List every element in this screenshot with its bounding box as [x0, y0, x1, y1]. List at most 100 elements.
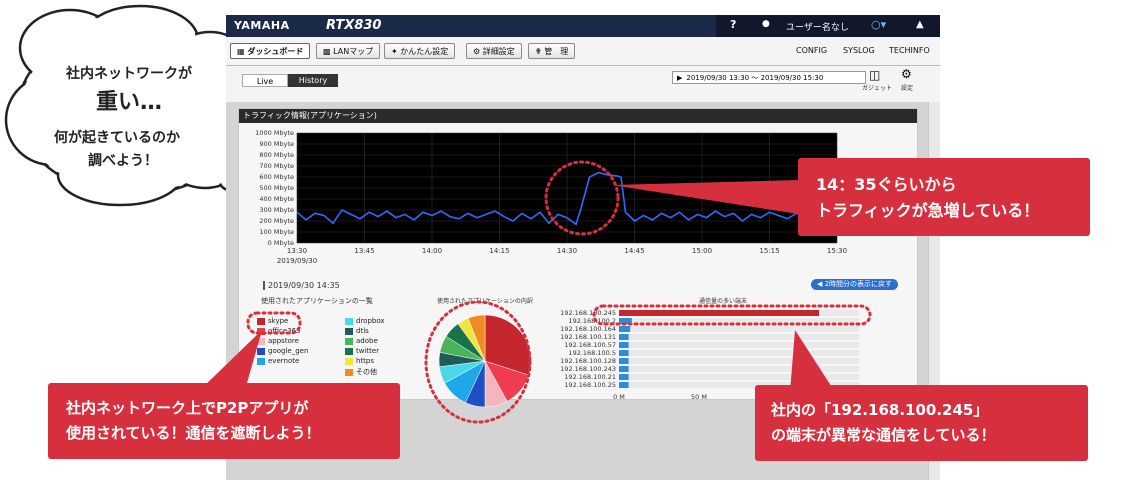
bubble-text-2: 重い…: [96, 90, 163, 115]
bell-icon[interactable]: ▲: [916, 19, 924, 30]
bar-category-label: 192.168.100.21: [564, 373, 616, 381]
y-tick-label: 200 Mbyte: [259, 217, 294, 225]
help-button[interactable]: ?: [730, 18, 736, 31]
y-tick-label: 1000 Mbyte: [255, 129, 294, 137]
traffic-panel: トラフィック情報(アプリケーション) 1000 Mbyte 900 Mbyte 80…: [238, 108, 918, 408]
bar-track: [619, 342, 859, 348]
selected-time: 2019/09/30 14:35: [263, 281, 340, 290]
legend-swatch: [257, 337, 265, 345]
legend-swatch: [345, 337, 353, 345]
range-selector[interactable]: ▶ 2019/09/30 13:30 〜 2019/09/30 15:30: [672, 71, 866, 84]
bubble-text-1: 社内ネットワークが: [66, 66, 192, 82]
tab-live[interactable]: Live: [242, 74, 288, 87]
tab-easy-setup[interactable]: ✦ かんたん設定: [384, 43, 456, 59]
y-tick-label: 100 Mbyte: [259, 228, 294, 236]
panel-title: トラフィック情報(アプリケーション): [239, 109, 917, 123]
x-tick-label: 13:45: [354, 247, 374, 255]
y-tick-label: 600 Mbyte: [259, 173, 294, 181]
bar-category-label: 192.168.100.245: [560, 309, 616, 317]
bubble-text-3: 何が起きているのか: [54, 130, 180, 146]
bar-track: [619, 366, 859, 372]
legend-item[interactable]: appstore: [257, 337, 299, 345]
legend-label: appstore: [268, 337, 299, 345]
tab-lan-map[interactable]: ▩ LANマップ: [316, 43, 381, 59]
link-config[interactable]: CONFIG: [796, 46, 827, 55]
legend-label: office365: [268, 327, 301, 335]
legend-item[interactable]: evernote: [257, 357, 299, 365]
y-tick-label: 500 Mbyte: [259, 184, 294, 192]
bar-category-label: 192.168.100.25: [564, 381, 616, 389]
legend-label: skype: [268, 317, 289, 325]
gadget-icon[interactable]: ◫: [869, 68, 880, 82]
callout-traffic-spike: 14：35ぐらいから トラフィックが急増している！: [798, 158, 1090, 236]
app-legend: skype office365 appstore google_gen evernote…: [257, 317, 417, 387]
bar-x-tick: 0 M: [613, 393, 625, 399]
back-to-2h-button[interactable]: ◀ 2時間分の表示に戻す: [811, 279, 899, 290]
user-name[interactable]: ユーザー名なし: [786, 20, 849, 33]
bar: [619, 318, 632, 324]
legend-item[interactable]: twitter: [345, 347, 379, 355]
gadget-label: ガジェット: [862, 85, 893, 92]
legend-label: その他: [356, 368, 377, 376]
tab-advanced-setup[interactable]: ⚙ 詳細設定: [466, 43, 522, 59]
legend-item[interactable]: skype: [257, 317, 288, 325]
x-tick-label: 14:30: [557, 247, 577, 255]
status-circle-icon[interactable]: ○▾: [871, 18, 886, 31]
legend-item[interactable]: google_gen: [257, 347, 308, 355]
bar: [619, 350, 629, 356]
bar-category-label: 192.168.100.57: [564, 341, 616, 349]
main-nav: ▦ ダッシュボード ▩ LANマップ ✦ かんたん設定 ⚙ 詳細設定 ✟ 管 理…: [226, 37, 940, 66]
tab-dashboard[interactable]: ▦ ダッシュボード: [230, 43, 311, 59]
x-sub-label: 2019/09/30: [277, 257, 317, 265]
legend-label: google_gen: [268, 347, 309, 355]
bar: [619, 366, 629, 372]
legend-label: twitter: [356, 347, 380, 355]
bar-category-label: 192.168.100.243: [560, 365, 616, 373]
legend-item[interactable]: dtls: [345, 327, 369, 335]
callout-p2p: 社内ネットワーク上でP2Pアプリが 使用されている！通信を遮断しよう！: [48, 383, 400, 459]
legend-swatch: [257, 347, 265, 355]
x-tick-label: 14:00: [422, 247, 442, 255]
legend-item[interactable]: office365: [257, 327, 301, 335]
bubble-text-4: 調べよう！: [88, 153, 158, 169]
bar-category-label: 192.168.100.164: [560, 325, 616, 333]
y-tick-label: 400 Mbyte: [259, 195, 294, 203]
tab-history[interactable]: History: [288, 74, 338, 87]
app-pie-chart: [438, 314, 532, 408]
tab-management[interactable]: ✟ 管 理: [528, 43, 576, 59]
legend-swatch: [257, 327, 265, 335]
legend-item[interactable]: https: [345, 357, 374, 365]
bar-track: [619, 326, 859, 332]
settings-gear-icon[interactable]: ⚙: [901, 67, 912, 81]
callout-abnormal-host: 社内の「192.168.100.245」 の端末が異常な通信をしている！: [755, 385, 1088, 461]
x-tick-label: 14:45: [624, 247, 644, 255]
model-name: RTX830: [326, 18, 382, 33]
gear-icon: ⚙: [473, 47, 483, 56]
lan-map-icon: ▩: [323, 47, 334, 56]
bar-track: [619, 374, 859, 380]
y-tick-label: 700 Mbyte: [259, 162, 294, 170]
link-techinfo[interactable]: TECHINFO: [889, 46, 930, 55]
y-tick-label: 0 Mbyte: [268, 239, 294, 247]
legend-item[interactable]: adobe: [345, 337, 378, 345]
y-tick-label: 800 Mbyte: [259, 151, 294, 159]
legend-swatch: [345, 317, 353, 325]
bar-x-tick: 50 M: [691, 393, 707, 399]
bar: [619, 326, 631, 332]
legend-item[interactable]: その他: [345, 367, 377, 377]
bar-track: [619, 334, 859, 340]
top-bar: YAMAHA RTX830 ? ● ユーザー名なし ○▾ ▲: [226, 15, 940, 37]
x-tick-label: 15:00: [692, 247, 712, 255]
legend-swatch: [345, 327, 353, 335]
bar-title: 通信量の多い端末: [699, 298, 748, 305]
legend-swatch: [345, 357, 353, 365]
bar-category-label: 192.168.100.5: [568, 349, 616, 357]
bar-category-label: 192.168.100.128: [560, 357, 616, 365]
link-syslog[interactable]: SYSLOG: [843, 46, 875, 55]
legend-swatch: [345, 368, 353, 376]
play-icon: ▶: [677, 74, 683, 82]
legend-item[interactable]: dropbox: [345, 317, 385, 325]
bar-track: [619, 350, 859, 356]
legend-swatch: [257, 357, 265, 365]
bar: [619, 342, 629, 348]
